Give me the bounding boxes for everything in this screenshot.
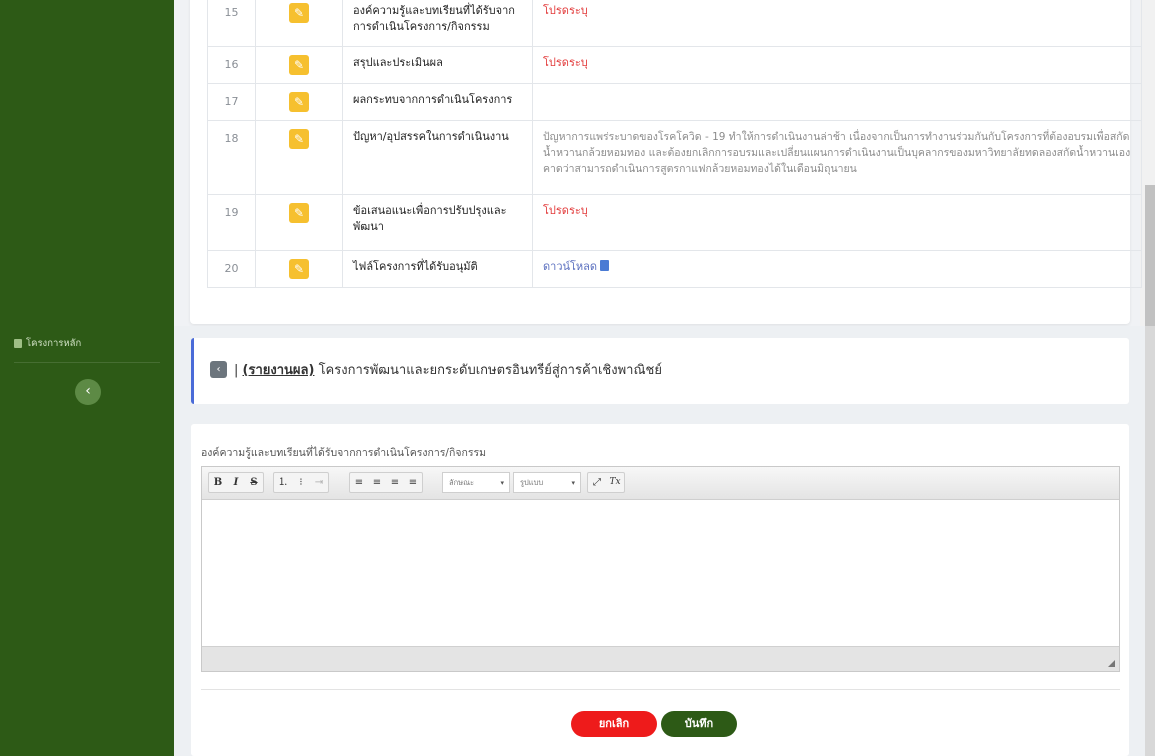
top-scrollbar-thumb[interactable] [1145,185,1155,326]
table-row: 16 ✎ สรุปและประเมินผล โปรดระบุ [207,46,1142,84]
row-number: 17 [207,83,256,121]
row-value [532,83,1142,121]
row-number: 20 [207,250,256,288]
row-value-text: โปรดระบุ [543,204,588,217]
row-action: ✎ [255,250,343,288]
row-value: ปัญหาการแพร่ระบาดของโรคโควิด - 19 ทำให้ก… [532,120,1142,195]
rich-text-editor: B I S ⒈ ⁝ ⇥ ≡ ≡ ≡ ≡ ลักษณะ ▾ รูปแบบ ▾ ⤢ … [201,466,1120,672]
bold-button[interactable]: B [209,473,227,492]
chevron-left-icon: ‹ [216,364,221,375]
page-title-card: ‹ | (รายงานผล) โครงการพัฒนาและยกระดับเกษ… [191,338,1129,404]
ordered-list-button[interactable]: ⒈ [274,473,292,492]
pencil-icon[interactable]: ✎ [289,92,309,112]
toolbar-group-tools: ⤢ Tx [587,472,625,493]
row-value-text: โปรดระบุ [543,56,588,69]
chevron-down-icon: ▾ [500,479,504,487]
pencil-icon[interactable]: ✎ [289,259,309,279]
strike-button[interactable]: S [245,473,263,492]
row-value: โปรดระบุ [532,0,1142,47]
row-number: 19 [207,194,256,251]
main-scrollbar[interactable] [1145,326,1155,756]
row-action: ✎ [255,46,343,84]
row-number: 16 [207,46,256,84]
previous-view: 15 ✎ องค์ความรู้และบทเรียนที่ได้รับจากการด… [0,0,1155,326]
italic-button[interactable]: I [227,473,245,492]
clear-format-button[interactable]: Tx [606,473,624,492]
row-action: ✎ [255,120,343,195]
row-label: ปัญหา/อุปสรรคในการดำเนินงาน [342,120,533,195]
sidebar-collapse-button[interactable]: ‹ [75,379,101,405]
pencil-icon[interactable]: ✎ [289,129,309,149]
table-row: 19 ✎ ข้อเสนอแนะเพื่อการปรับปรุงและพัฒนา โปร… [207,194,1142,251]
format-value: รูปแบบ [520,478,544,487]
maximize-button[interactable]: ⤢ [588,473,606,492]
format-select[interactable]: รูปแบบ ▾ [513,472,581,493]
project-title: โครงการพัฒนาและยกระดับเกษตรอินทรีย์สู่กา… [314,363,662,378]
row-number: 15 [207,0,256,47]
top-sidebar [0,0,174,326]
bullet-list-button[interactable]: ⁝ [292,473,310,492]
toolbar-group-basic: B I S [208,472,264,493]
align-center-button[interactable]: ≡ [368,473,386,492]
row-label: ไฟล์โครงการที่ได้รับอนุมัติ [342,250,533,288]
indent-button[interactable]: ⇥ [310,473,328,492]
chevron-left-icon: ‹ [85,383,91,399]
table-row: 20 ✎ ไฟล์โครงการที่ได้รับอนุมัติ ดาวน์โหลด [207,250,1142,288]
download-link[interactable]: ดาวน์โหลด [543,260,597,273]
row-action: ✎ [255,0,343,47]
chevron-down-icon: ▾ [571,479,575,487]
toolbar-group-align: ≡ ≡ ≡ ≡ [349,472,423,493]
sidebar: โครงการหลัก ‹ [0,326,174,756]
pencil-icon[interactable]: ✎ [289,203,309,223]
row-action: ✎ [255,83,343,121]
editor-toolbar: B I S ⒈ ⁝ ⇥ ≡ ≡ ≡ ≡ ลักษณะ ▾ รูปแบบ ▾ ⤢ … [202,467,1119,500]
font-style-select[interactable]: ลักษณะ ▾ [442,472,510,493]
editor-statusbar [202,646,1119,671]
row-action: ✎ [255,194,343,251]
pencil-icon[interactable]: ✎ [289,3,309,23]
font-style-value: ลักษณะ [449,478,475,487]
row-label: องค์ความรู้และบทเรียนที่ได้รับจากการดำเน… [342,0,533,47]
back-button[interactable]: ‹ [210,361,227,378]
save-button[interactable]: บันทึก [661,711,737,737]
row-value: โปรดระบุ [532,194,1142,251]
row-value-text: ปัญหาการแพร่ระบาดของโรคโควิด - 19 ทำให้ก… [543,131,1131,175]
cancel-button[interactable]: ยกเลิก [571,711,657,737]
align-right-button[interactable]: ≡ [386,473,404,492]
sidebar-item-label: โครงการหลัก [26,338,82,349]
row-value[interactable]: ดาวน์โหลด [532,250,1142,288]
field-label: องค์ความรู้และบทเรียนที่ได้รับจากการดำเน… [201,447,487,459]
toolbar-group-list: ⒈ ⁝ ⇥ [273,472,329,493]
align-left-button[interactable]: ≡ [350,473,368,492]
app-frame: 15 ✎ องค์ความรู้และบทเรียนที่ได้รับจากการด… [0,0,1155,756]
document-icon [14,339,22,348]
row-label: ข้อเสนอแนะเพื่อการปรับปรุงและพัฒนา [342,194,533,251]
report-tag-link[interactable]: (รายงานผล) [243,363,315,378]
file-download-icon[interactable] [600,260,610,271]
pencil-icon[interactable]: ✎ [289,55,309,75]
table-row: 17 ✎ ผลกระทบจากการดำเนินโครงการ [207,83,1142,121]
row-label: สรุปและประเมินผล [342,46,533,84]
row-value: โปรดระบุ [532,46,1142,84]
page-title: | (รายงานผล) โครงการพัฒนาและยกระดับเกษตร… [234,359,662,380]
sidebar-divider [14,362,160,363]
table-row: 15 ✎ องค์ความรู้และบทเรียนที่ได้รับจากการด… [207,0,1142,47]
row-number: 18 [207,120,256,195]
justify-button[interactable]: ≡ [404,473,422,492]
editor-content-area[interactable] [202,500,1119,646]
row-label: ผลกระทบจากการดำเนินโครงการ [342,83,533,121]
form-divider [201,689,1120,690]
row-value-text: โปรดระบุ [543,4,588,17]
title-separator: | [234,363,239,378]
resize-handle-icon[interactable] [1108,660,1115,667]
table-row: 18 ✎ ปัญหา/อุปสรรคในการดำเนินงาน ปัญหาการแพ… [207,120,1142,195]
sidebar-item-main-project[interactable]: โครงการหลัก [14,336,81,351]
detail-table: 15 ✎ องค์ความรู้และบทเรียนที่ได้รับจากการด… [207,0,1142,288]
